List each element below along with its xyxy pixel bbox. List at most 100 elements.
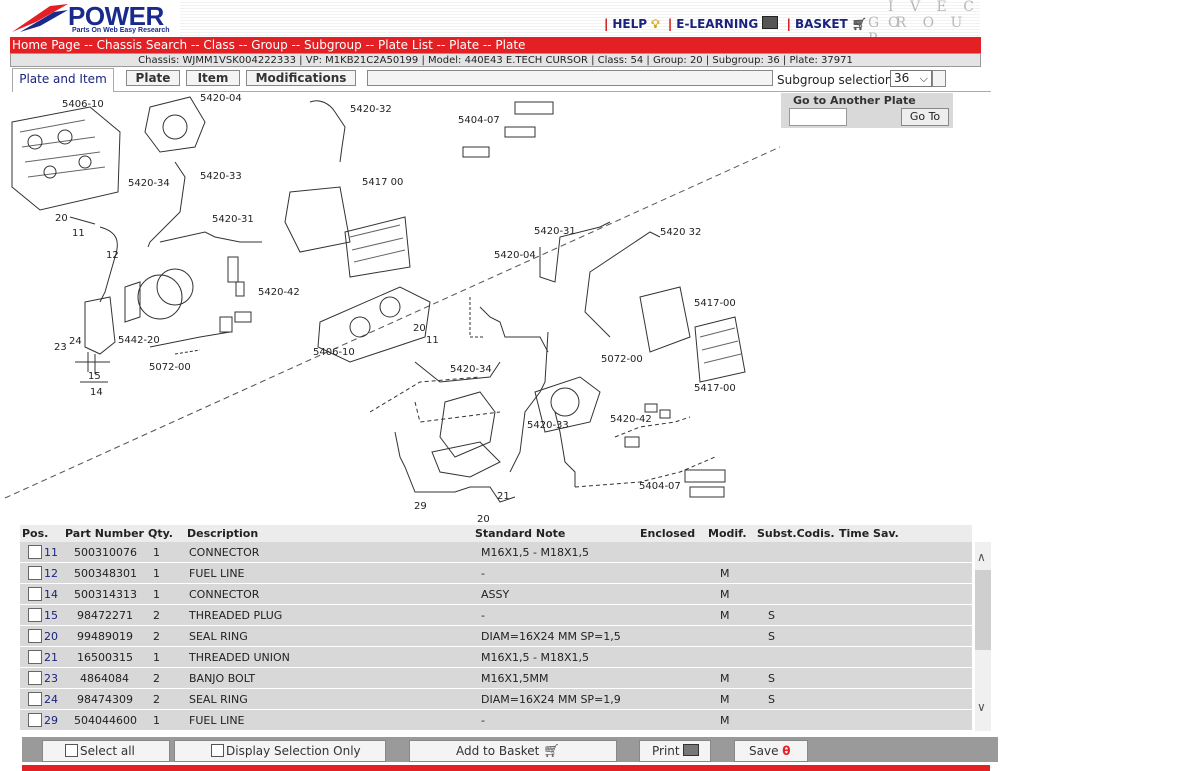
- diagram-label-24: 12: [106, 250, 119, 261]
- diagram-label-4: 5420-34: [128, 178, 170, 189]
- table-row[interactable]: 29 504044600 1 FUEL LINE - M: [20, 710, 972, 731]
- scrollbar-thumb[interactable]: [975, 570, 991, 650]
- diagram-label-17: 5420-34: [450, 364, 492, 375]
- col-description: Description: [187, 527, 259, 540]
- col-standard-note: Standard Note: [475, 527, 566, 540]
- diagram-label-0: 5406-10: [62, 99, 104, 110]
- diagram-label-33: 20: [477, 514, 490, 522]
- col-qty: Qty.: [148, 527, 173, 540]
- diagram-label-19: 5420-42: [610, 414, 652, 425]
- row-checkbox[interactable]: [28, 650, 42, 664]
- top-links: | HELP 💡︎ | E-LEARNING | BASKET 🛒︎: [604, 16, 868, 31]
- footer-bar: [22, 765, 990, 771]
- table-row[interactable]: 12 500348301 1 FUEL LINE - M: [20, 563, 972, 584]
- diagram-divider: [4, 146, 780, 499]
- diagram-label-16: 5072-00: [601, 354, 643, 365]
- row-checkbox[interactable]: [28, 713, 42, 727]
- diagram-label-3: 5404-07: [458, 115, 500, 126]
- diagram-label-9: 5442-20: [118, 335, 160, 346]
- blank-button[interactable]: [367, 70, 773, 86]
- row-checkbox[interactable]: [28, 692, 42, 706]
- diagram-label-21: 5404-07: [639, 481, 681, 492]
- iveco-group-brand: I V E C O G R O U P: [868, 0, 980, 47]
- exploded-diagram: 5406-10 5420-04 5420-32 5404-07 5420-34 …: [4, 93, 780, 522]
- diagram-label-11: 5406-10: [313, 347, 355, 358]
- modifications-button[interactable]: Modifications: [246, 70, 356, 86]
- table-row[interactable]: 14 500314313 1 CONNECTOR ASSY M: [20, 584, 972, 605]
- goto-button[interactable]: Go To: [901, 108, 949, 126]
- elearning-monitor-icon: [762, 16, 779, 29]
- diagram-label-10: 5072-00: [149, 362, 191, 373]
- help-link[interactable]: HELP: [612, 17, 647, 31]
- diagram-label-32: 21: [497, 491, 510, 502]
- diagram-label-1: 5420-04: [200, 93, 242, 104]
- diagram-label-27: 15: [88, 371, 101, 382]
- chevron-down-icon[interactable]: ∨: [977, 700, 986, 714]
- diagram-label-23: 11: [72, 228, 85, 239]
- table-row[interactable]: 24 98474309 2 SEAL RING DIAM=16X24 MM SP…: [20, 689, 972, 710]
- diagram-label-7: 5420-31: [212, 214, 254, 225]
- col-modif: Modif.: [708, 527, 747, 540]
- table-row[interactable]: 23 4864084 2 BANJO BOLT M16X1,5MM M S: [20, 668, 972, 689]
- plate-button[interactable]: Plate: [126, 70, 180, 86]
- save-icon: θ: [782, 744, 791, 758]
- select-all-button[interactable]: Select all: [42, 740, 170, 762]
- table-row[interactable]: 11 500310076 1 CONNECTOR M16X1,5 - M18X1…: [20, 542, 972, 563]
- plate-number-input[interactable]: [789, 108, 847, 126]
- row-checkbox[interactable]: [28, 545, 42, 559]
- diagram-label-20: 5417-00: [694, 383, 736, 394]
- save-button[interactable]: Save θ: [734, 740, 808, 762]
- help-bulb-icon: 💡︎: [651, 17, 660, 31]
- tab-plate-and-item[interactable]: Plate and Item: [12, 68, 114, 92]
- col-time-sav: Time Sav.: [839, 527, 899, 540]
- row-checkbox[interactable]: [28, 629, 42, 643]
- row-checkbox[interactable]: [28, 671, 42, 685]
- chevron-up-icon[interactable]: ∧: [977, 550, 986, 564]
- item-button[interactable]: Item: [186, 70, 240, 86]
- display-selection-checkbox[interactable]: [211, 744, 224, 757]
- col-enclosed: Enclosed: [640, 527, 696, 540]
- cart-icon: 🛒︎: [543, 744, 560, 759]
- logo-swoosh-icon: [12, 4, 68, 32]
- table-row[interactable]: 20 99489019 2 SEAL RING DIAM=16X24 MM SP…: [20, 626, 972, 647]
- diagram-label-31: 29: [414, 501, 427, 512]
- elearning-link[interactable]: E-LEARNING: [676, 17, 758, 31]
- diagram-label-15: 5417-00: [694, 298, 736, 309]
- diagram-label-12: 5420-04: [494, 250, 536, 261]
- col-part-number: Part Number: [65, 527, 144, 540]
- diagram-label-30: 11: [426, 335, 439, 346]
- subgroup-go-button[interactable]: [932, 70, 946, 87]
- diagram-label-25: 24: [69, 336, 82, 347]
- diagram-label-6: 5417 00: [362, 177, 403, 188]
- basket-link[interactable]: BASKET: [795, 17, 848, 31]
- breadcrumb[interactable]: Home Page -- Chassis Search -- Class -- …: [10, 37, 981, 53]
- select-all-checkbox[interactable]: [65, 744, 78, 757]
- diagram-label-28: 14: [90, 387, 103, 398]
- col-pos: Pos.: [22, 527, 49, 540]
- print-button[interactable]: Print: [639, 740, 711, 762]
- subgroup-label: Subgroup selection: [777, 73, 893, 87]
- table-row[interactable]: 15 98472271 2 THREADED PLUG - M S: [20, 605, 972, 626]
- table-scrollbar[interactable]: ∧ ∨: [975, 542, 991, 731]
- subgroup-select[interactable]: 36 ⌵: [890, 70, 932, 87]
- logo-tagline: Parts On Web Easy Research: [72, 27, 170, 34]
- row-checkbox[interactable]: [28, 566, 42, 580]
- parts-table-body: 11 500310076 1 CONNECTOR M16X1,5 - M18X1…: [20, 542, 972, 731]
- table-row[interactable]: 21 16500315 1 THREADED UNION M16X1,5 - M…: [20, 647, 972, 668]
- display-selection-button[interactable]: Display Selection Only: [174, 740, 386, 762]
- goto-title: Go to Another Plate: [793, 94, 916, 107]
- diagram-label-14: 5420 32: [660, 227, 701, 238]
- add-to-basket-button[interactable]: Add to Basket 🛒︎: [409, 740, 617, 762]
- row-checkbox[interactable]: [28, 587, 42, 601]
- engine-block-left: [11, 106, 121, 211]
- diagram-label-2: 5420-32: [350, 104, 392, 115]
- basket-cart-icon: 🛒︎: [851, 17, 868, 31]
- diagram-label-22: 20: [55, 213, 68, 224]
- diagram-label-29: 20: [413, 323, 426, 334]
- diagram-label-8: 5420-42: [258, 287, 300, 298]
- diagram-label-5: 5420-33: [200, 171, 242, 182]
- diagram-label-18: 5420-33: [527, 420, 569, 431]
- diagram-label-13: 5420-31: [534, 226, 576, 237]
- row-checkbox[interactable]: [28, 608, 42, 622]
- bracket-left: [84, 296, 116, 355]
